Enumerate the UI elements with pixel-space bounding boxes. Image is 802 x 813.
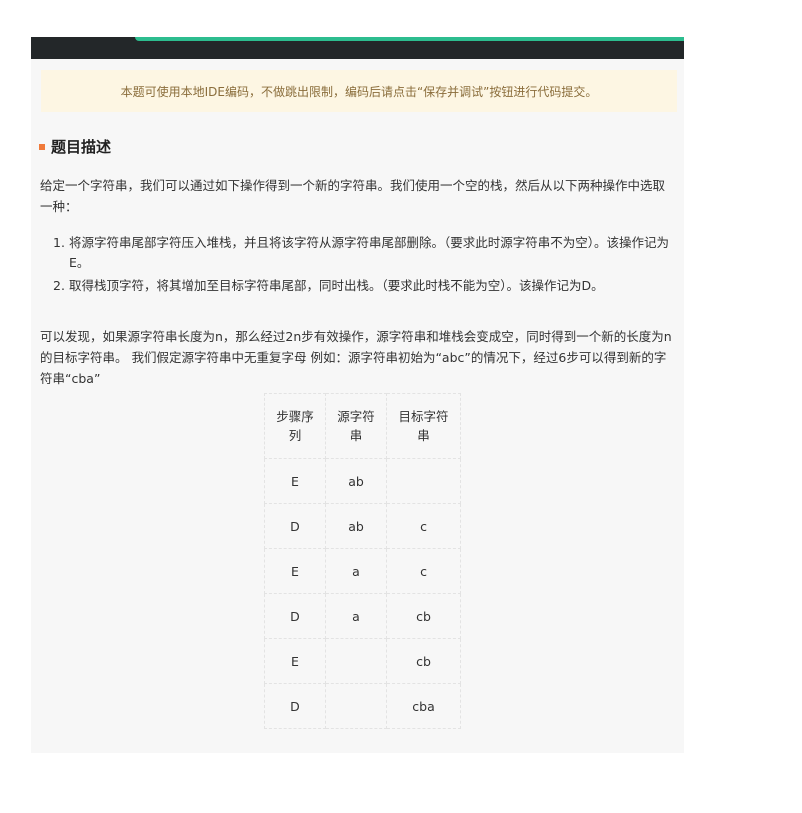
steps-table: 步骤序列 源字符串 目标字符串 E ab D ab c E a c D a cb… (264, 393, 461, 729)
table-row: D ab c (264, 503, 461, 549)
list-item-number: 1. (53, 235, 65, 250)
description-intro: 给定一个字符串，我们可以通过如下操作得到一个新的字符串。我们使用一个空的栈，然后… (40, 178, 666, 214)
active-tab-indicator (135, 37, 684, 41)
list-item-text: 将源字符串尾部字符压入堆栈，并且将该字符从源字符串尾部删除。（要求此时源字符串不… (69, 235, 670, 270)
table-row: D cba (264, 683, 461, 729)
operations-list: 1. 将源字符串尾部字符压入堆栈，并且将该字符从源字符串尾部删除。（要求此时源字… (53, 233, 671, 299)
table-row: E cb (264, 638, 461, 684)
column-header-text: 源字符串 (337, 409, 375, 443)
table-cell: cba (386, 683, 461, 729)
table-row: E a c (264, 548, 461, 594)
table-cell: D (264, 683, 326, 729)
list-item-number: 2. (53, 278, 65, 293)
table-cell: a (325, 593, 387, 639)
column-header: 源字符串 (325, 393, 387, 459)
table-cell: E (264, 638, 326, 684)
table-row: E ab (264, 458, 461, 504)
table-cell: a (325, 548, 387, 594)
table-cell: E (264, 548, 326, 594)
column-header-text: 步骤序列 (276, 409, 314, 443)
section-title: 题目描述 (39, 136, 111, 157)
table-cell (386, 458, 461, 504)
table-cell (325, 638, 387, 684)
description-followup: 可以发现，如果源字符串长度为n，那么经过2n步有效操作，源字符串和堆栈会变成空，… (40, 329, 672, 386)
table-cell: ab (325, 458, 387, 504)
table-cell: D (264, 503, 326, 549)
column-header: 目标字符串 (386, 393, 461, 459)
table-header-row: 步骤序列 源字符串 目标字符串 (264, 393, 461, 459)
column-header-text: 目标字符串 (398, 409, 449, 443)
section-marker-icon (39, 143, 45, 150)
list-item: 2. 取得栈顶字符，将其增加至目标字符串尾部，同时出栈。（要求此时栈不能为空）。… (53, 276, 671, 296)
table-cell: cb (386, 593, 461, 639)
table-cell: E (264, 458, 326, 504)
table-row: D a cb (264, 593, 461, 639)
table-cell: c (386, 503, 461, 549)
section-title-text: 题目描述 (51, 138, 112, 156)
table-cell: c (386, 548, 461, 594)
top-bar (31, 37, 684, 59)
table-cell: ab (325, 503, 387, 549)
table-cell: D (264, 593, 326, 639)
problem-panel: 本题可使用本地IDE编码，不做跳出限制，编码后请点击“保存并调试”按钮进行代码提… (31, 37, 684, 753)
table-cell: cb (386, 638, 461, 684)
list-item: 1. 将源字符串尾部字符压入堆栈，并且将该字符从源字符串尾部删除。（要求此时源字… (53, 233, 671, 273)
column-header: 步骤序列 (264, 393, 326, 459)
list-item-text: 取得栈顶字符，将其增加至目标字符串尾部，同时出栈。（要求此时栈不能为空）。该操作… (69, 278, 604, 293)
notice-banner: 本题可使用本地IDE编码，不做跳出限制，编码后请点击“保存并调试”按钮进行代码提… (41, 70, 677, 112)
table-cell (325, 683, 387, 729)
